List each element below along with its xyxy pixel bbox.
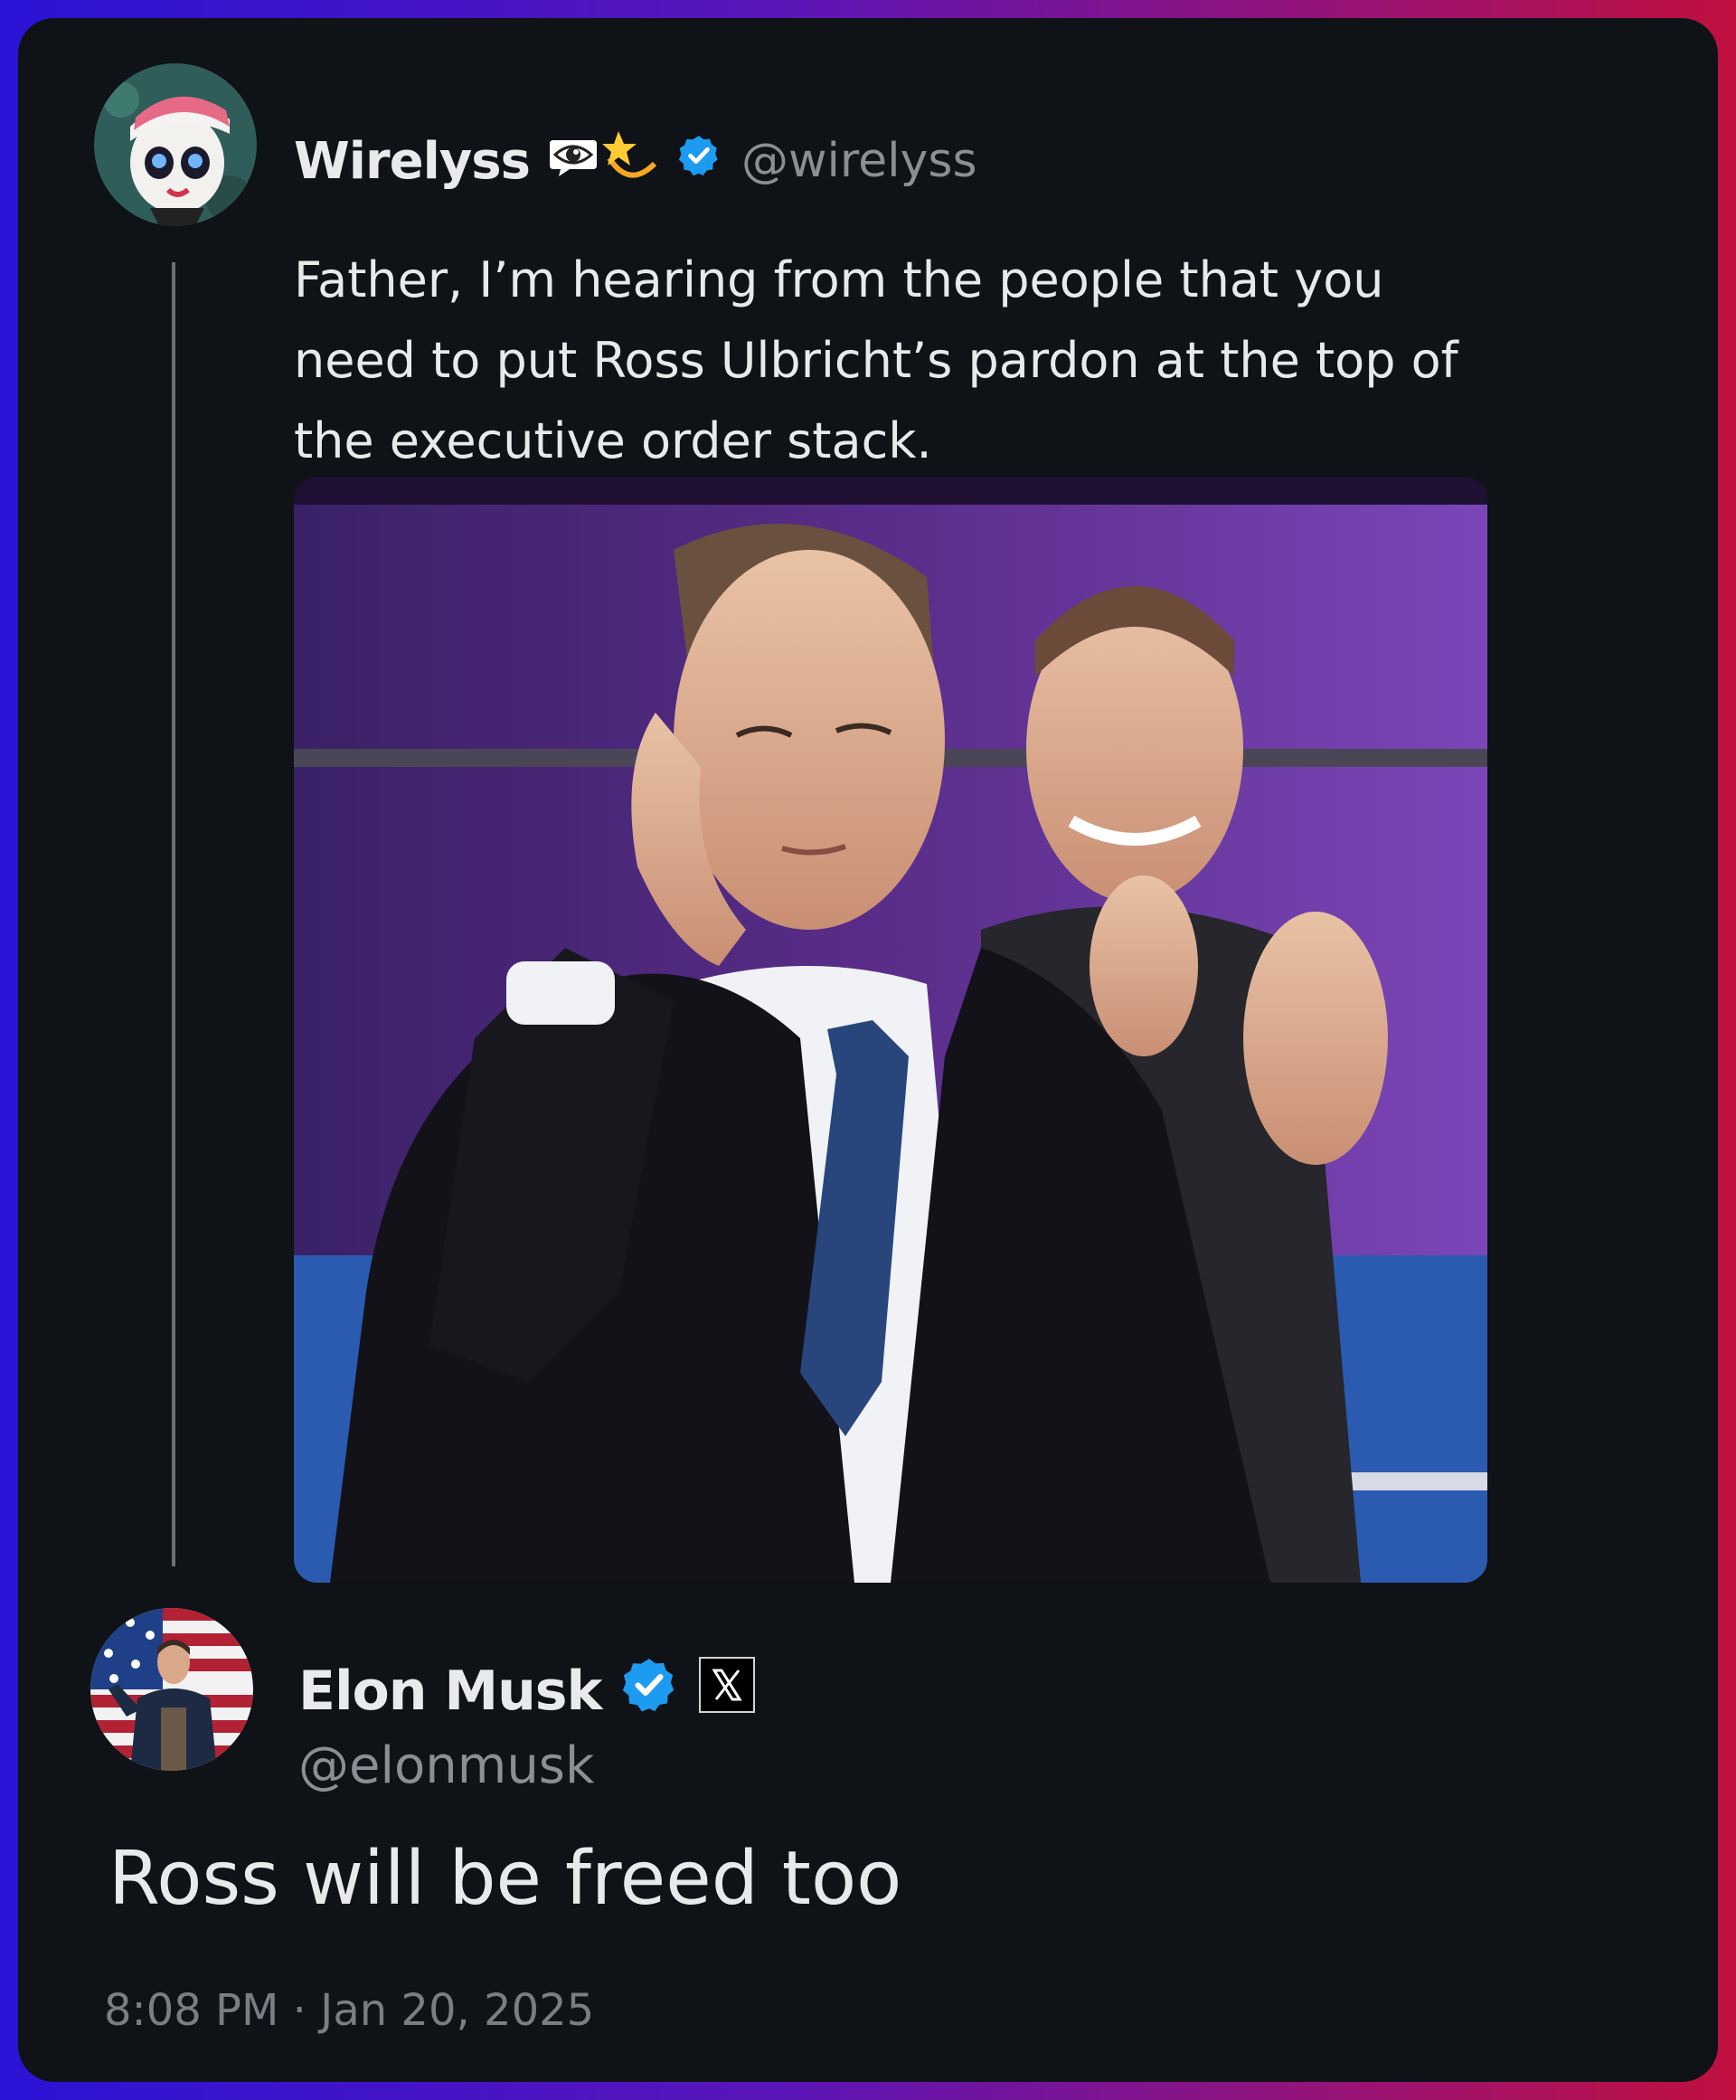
verified-badge-icon (619, 1655, 679, 1728)
verified-badge-icon (676, 132, 722, 191)
elon-handle[interactable]: @elonmusk (298, 1736, 594, 1795)
elon-name-row: Elon Musk (298, 1655, 756, 1728)
eye-in-speech-bubble-icon (548, 132, 599, 191)
x-logo-icon[interactable] (699, 1656, 756, 1726)
wirelyss-display-name[interactable]: Wirelyss (294, 132, 531, 191)
wirelyss-name-row: Wirelyss @wirelyss (294, 125, 977, 197)
thread-line (172, 262, 175, 1566)
elon-display-name[interactable]: Elon Musk (298, 1660, 602, 1723)
wirelyss-handle[interactable]: @wirelyss (741, 134, 977, 188)
reply-tweet-text: Ross will be freed too (108, 1836, 902, 1922)
wirelyss-avatar[interactable] (94, 63, 257, 226)
elon-musk-avatar[interactable] (90, 1608, 253, 1771)
quoted-tweet-text: Father, I’m hearing from the people that… (294, 251, 1458, 469)
tweet-card: Wirelyss @wirelyss Father, I’m hearing f… (18, 18, 1718, 2082)
tweet-media-image[interactable] (294, 478, 1487, 1583)
dizzy-star-icon (601, 126, 660, 196)
tweet-timestamp[interactable]: 8:08 PM · Jan 20, 2025 (104, 1985, 594, 2036)
